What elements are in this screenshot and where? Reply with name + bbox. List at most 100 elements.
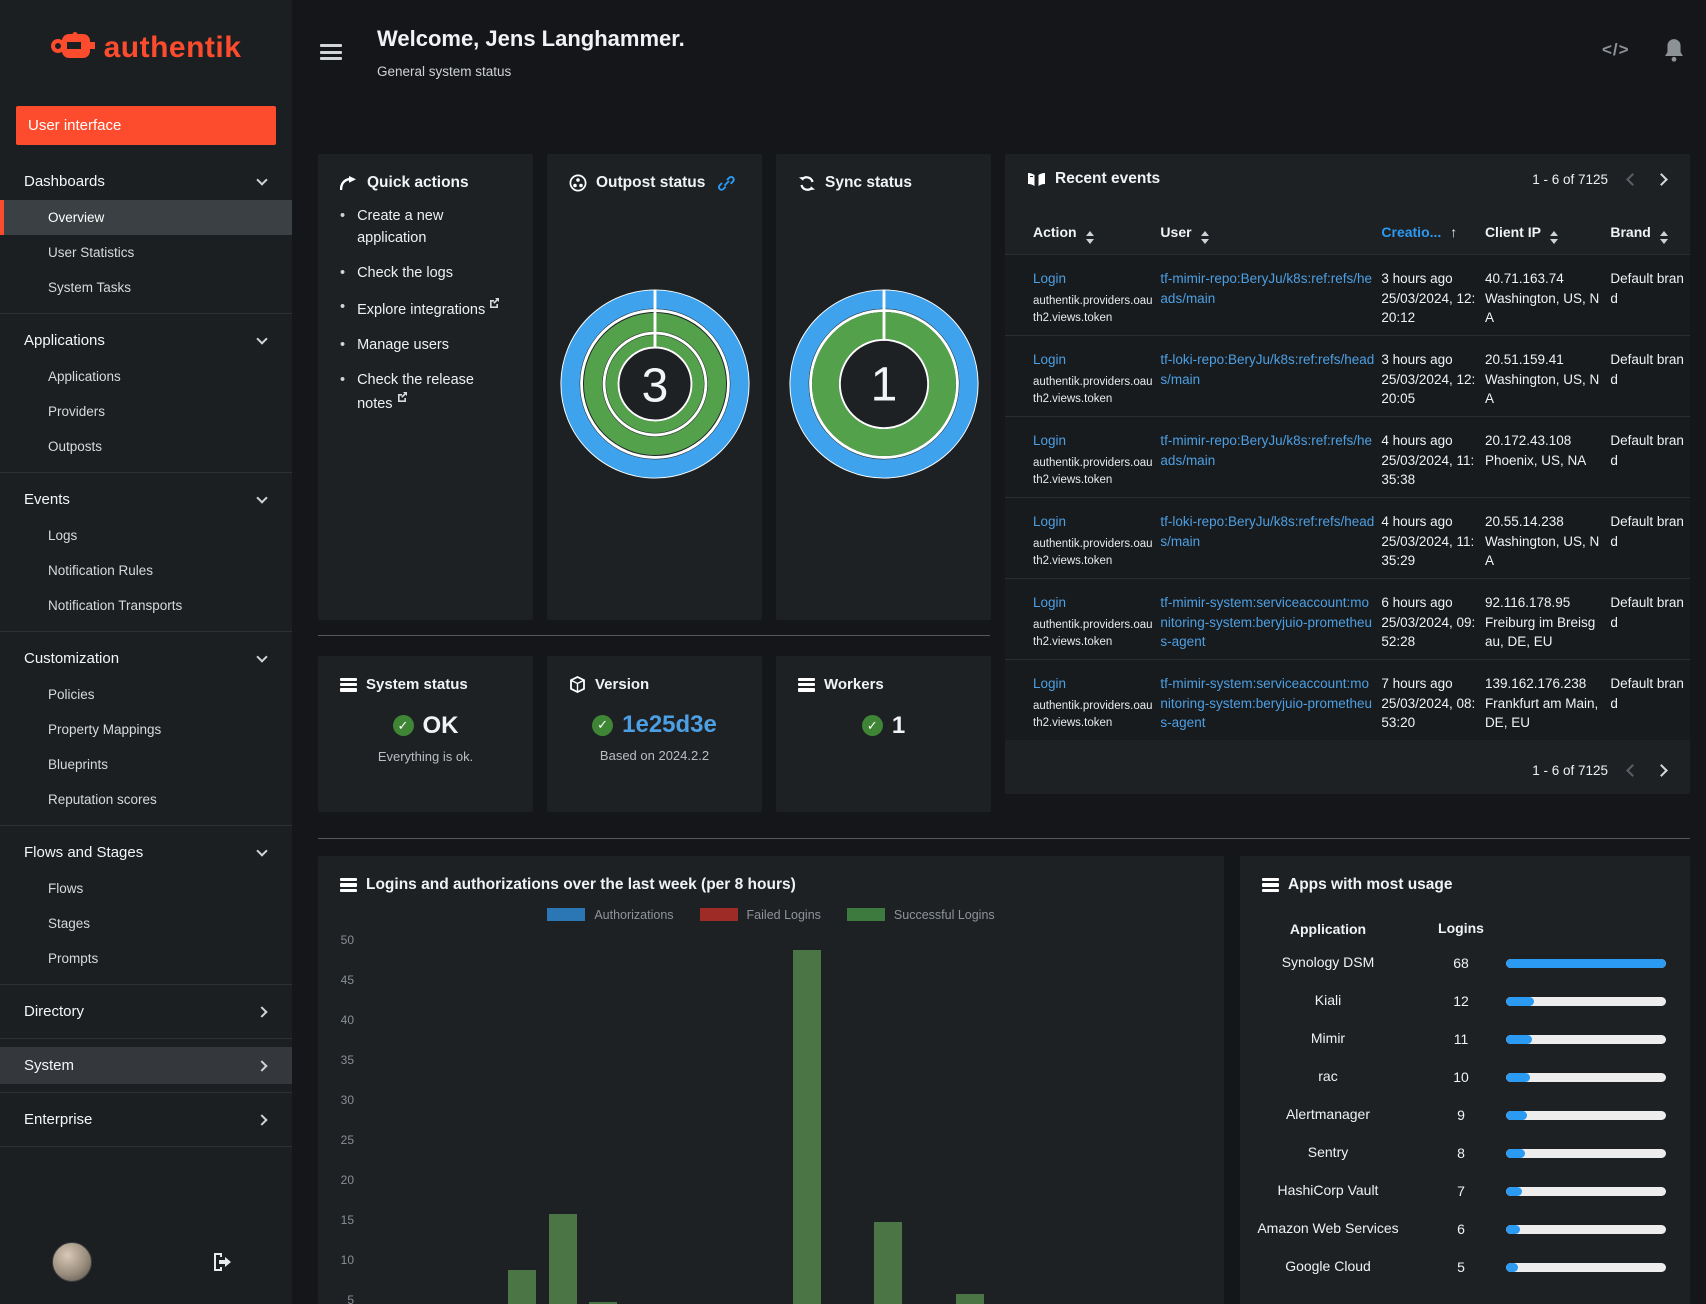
version-link[interactable]: 1e25d3e [622, 711, 717, 739]
event-user-link[interactable]: tf-loki-repo:BeryJu/k8s:ref:refs/heads/m… [1160, 350, 1375, 389]
events-col-brand[interactable]: Brand [1610, 224, 1690, 244]
sidebar-item-blueprints[interactable]: Blueprints [0, 747, 292, 782]
event-brand: Default brand [1610, 271, 1684, 306]
apps-usage-title: Apps with most usage [1240, 856, 1690, 894]
quick-action-item: • Check the logs [340, 263, 511, 285]
server-icon [340, 876, 357, 894]
chevron-right-icon [256, 1005, 268, 1018]
user-interface-button[interactable]: User interface [16, 106, 276, 145]
usage-progress-fill [1506, 1262, 1518, 1272]
events-col-user[interactable]: User [1160, 224, 1375, 244]
sidebar-item-system-tasks[interactable]: System Tasks [0, 270, 292, 305]
app-name: HashiCorp Vault [1277, 1182, 1379, 1199]
avatar[interactable] [52, 1242, 92, 1282]
events-col-client-ip[interactable]: Client IP [1485, 224, 1602, 244]
events-col-creatio-[interactable]: Creatio... ↑ [1381, 224, 1477, 244]
sidebar-item-flows[interactable]: Flows [0, 871, 292, 906]
app-usage-row: Sentry 8 [1240, 1134, 1690, 1172]
y-axis-tick: 35 [340, 1053, 354, 1067]
sidebar-item-logs[interactable]: Logs [0, 518, 292, 553]
usage-progress-fill [1506, 996, 1535, 1006]
sidebar-item-prompts[interactable]: Prompts [0, 941, 292, 976]
event-action-link[interactable]: Login [1033, 512, 1154, 532]
next-page-icon[interactable] [1655, 764, 1668, 777]
usage-progress-track [1506, 958, 1666, 968]
app-logins-count: 68 [1453, 955, 1469, 971]
y-axis-tick: 30 [340, 1093, 354, 1107]
event-row: Login authentik.providers.oauth2.views.to… [1005, 254, 1690, 335]
quick-actions-title: Quick actions [318, 154, 533, 192]
quick-action-link-explore-integrations[interactable]: Explore integrations [357, 297, 500, 322]
previous-page-icon[interactable] [1626, 173, 1639, 186]
sidebar-item-applications[interactable]: Applications [0, 359, 292, 394]
check-circle-icon: ✓ [392, 715, 414, 737]
server-icon [798, 676, 815, 694]
event-action-link[interactable]: Login [1033, 674, 1154, 694]
recent-events-card: Recent events 1 - 6 of 7125 Action User Cr… [1005, 154, 1690, 794]
events-pagination-bottom: 1 - 6 of 7125 [1532, 763, 1668, 778]
sidebar-item-reputation-scores[interactable]: Reputation scores [0, 782, 292, 817]
previous-page-icon[interactable] [1626, 764, 1639, 777]
logout-icon[interactable] [212, 1252, 234, 1272]
sidebar-section-events[interactable]: Events [0, 481, 292, 518]
sidebar-section-system[interactable]: System [0, 1047, 292, 1084]
event-creation: 4 hours ago 25/03/2024, 11:35:38 [1381, 433, 1475, 488]
event-user-link[interactable]: tf-mimir-system:serviceaccount:monitorin… [1160, 593, 1375, 652]
quick-action-link-check-the-release-notes[interactable]: Check the release notes [357, 370, 511, 416]
bullet: • [340, 336, 346, 353]
event-context: authentik.providers.oauth2.views.token [1033, 294, 1153, 325]
quick-action-link-check-the-logs[interactable]: Check the logs [357, 263, 453, 285]
sidebar-item-user-statistics[interactable]: User Statistics [0, 235, 292, 270]
app-name: Alertmanager [1285, 1106, 1371, 1123]
sidebar-item-notification-transports[interactable]: Notification Transports [0, 588, 292, 623]
sidebar-section-enterprise[interactable]: Enterprise [0, 1101, 292, 1138]
sidebar-section-directory[interactable]: Directory [0, 993, 292, 1030]
logins-chart-card: Logins and authorizations over the last … [318, 856, 1224, 1304]
sidebar-item-notification-rules[interactable]: Notification Rules [0, 553, 292, 588]
sidebar-item-overview[interactable]: Overview [0, 200, 292, 235]
sidebar-section-customization[interactable]: Customization [0, 640, 292, 677]
sidebar-item-stages[interactable]: Stages [0, 906, 292, 941]
outpost-icon [569, 174, 587, 192]
y-axis-tick: 20 [340, 1173, 354, 1187]
check-circle-icon: ✓ [861, 715, 883, 737]
sidebar-section-applications[interactable]: Applications [0, 322, 292, 359]
event-action-link[interactable]: Login [1033, 431, 1154, 451]
link-icon[interactable] [718, 175, 736, 192]
quick-actions-card: Quick actions • Create a new application •… [318, 154, 533, 620]
sidebar-item-property-mappings[interactable]: Property Mappings [0, 712, 292, 747]
sidebar-section-flows-and-stages[interactable]: Flows and Stages [0, 834, 292, 871]
version-value: ✓ 1e25d3e [547, 711, 762, 739]
event-user-link[interactable]: tf-loki-repo:BeryJu/k8s:ref:refs/heads/m… [1160, 512, 1375, 551]
usage-progress-track [1506, 1072, 1666, 1082]
next-page-icon[interactable] [1655, 173, 1668, 186]
app-usage-row: Amazon Web Services 6 [1240, 1210, 1690, 1248]
divider [0, 631, 292, 632]
apps-col-application: Application [1289, 921, 1367, 937]
quick-action-item: • Explore integrations [340, 297, 511, 322]
sidebar-item-outposts[interactable]: Outposts [0, 429, 292, 464]
authentik-admin-dashboard: authentik User interface Dashboards Overv… [0, 0, 1706, 1304]
quick-action-link-manage-users[interactable]: Manage users [357, 335, 449, 357]
app-name: Kiali [1314, 992, 1342, 1009]
app-name: Synology DSM [1281, 954, 1375, 971]
outpost-status-title: Outpost status [547, 154, 762, 192]
event-user-link[interactable]: tf-mimir-repo:BeryJu/k8s:ref:refs/heads/… [1160, 269, 1375, 308]
event-user-link[interactable]: tf-mimir-system:serviceaccount:monitorin… [1160, 674, 1375, 733]
chevron-down-icon [256, 651, 268, 663]
notifications-bell-icon[interactable] [1663, 38, 1685, 67]
event-action-link[interactable]: Login [1033, 593, 1154, 613]
events-col-action[interactable]: Action [1033, 224, 1154, 244]
sidebar-section-dashboards[interactable]: Dashboards [0, 163, 292, 200]
api-code-icon[interactable]: </> [1602, 40, 1630, 60]
sort-icon [1085, 231, 1094, 244]
events-table-body: Login authentik.providers.oauth2.views.to… [1005, 254, 1690, 740]
event-action-link[interactable]: Login [1033, 350, 1154, 370]
sidebar-item-providers[interactable]: Providers [0, 394, 292, 429]
sidebar-item-policies[interactable]: Policies [0, 677, 292, 712]
event-user-link[interactable]: tf-mimir-repo:BeryJu/k8s:ref:refs/heads/… [1160, 431, 1375, 470]
quick-action-link-create-a-new-application[interactable]: Create a new application [357, 206, 511, 250]
event-action-link[interactable]: Login [1033, 269, 1154, 289]
event-brand: Default brand [1610, 595, 1684, 630]
menu-toggle-icon[interactable] [320, 44, 342, 62]
